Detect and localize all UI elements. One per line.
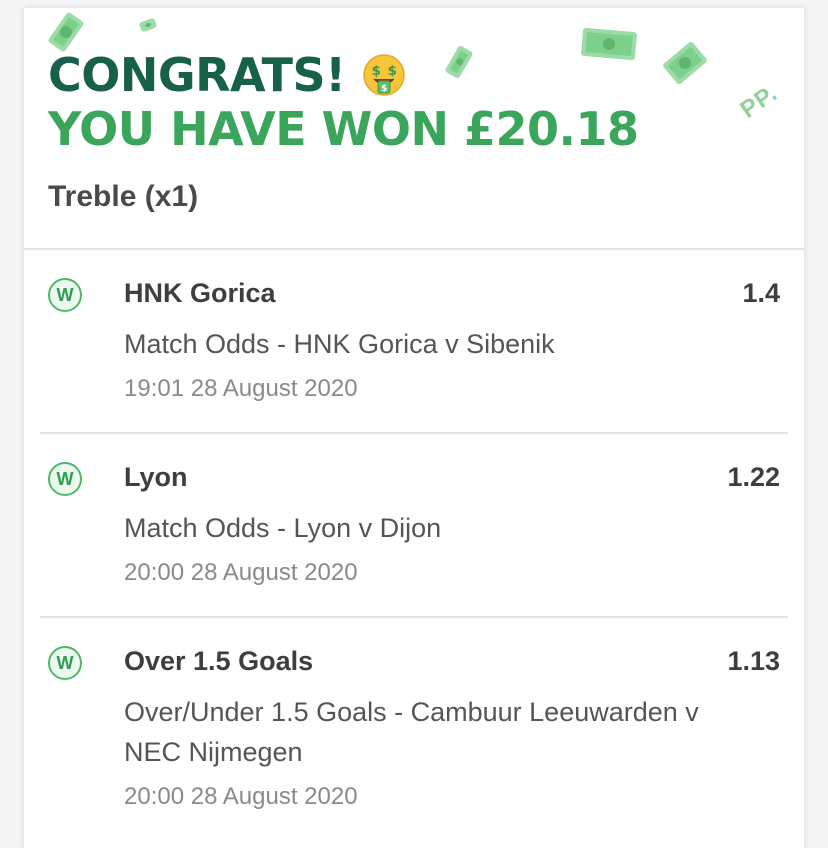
- market-description: Over/Under 1.5 Goals - Cambuur Leeuwarde…: [124, 697, 699, 767]
- bet-type-label: Treble (x1): [48, 180, 199, 213]
- selection-name: Over 1.5 Goals: [124, 646, 314, 676]
- congrats-text: CONGRATS!: [48, 48, 346, 102]
- bet-legs-list: W HNK Gorica 1.4 Match Odds - HNK Gorica…: [24, 250, 804, 840]
- svg-text:$: $: [387, 64, 396, 79]
- bet-leg[interactable]: W HNK Gorica 1.4 Match Odds - HNK Gorica…: [40, 250, 788, 432]
- market-description: Match Odds - Lyon v Dijon: [124, 513, 442, 543]
- selection-name: Lyon: [124, 462, 188, 492]
- money-mouth-face-icon: $ $ $: [362, 54, 405, 96]
- win-status-badge: W: [48, 462, 82, 496]
- win-status-badge: W: [48, 278, 82, 312]
- bet-leg[interactable]: W Over 1.5 Goals 1.13 Over/Under 1.5 Goa…: [40, 616, 788, 840]
- svg-text:$: $: [371, 64, 380, 79]
- win-header: PP. CONGRATS! $ $ $ YOU HAVE WON £20.18 …: [24, 8, 804, 248]
- market-description: Match Odds - HNK Gorica v Sibenik: [124, 329, 555, 359]
- win-status-badge: W: [48, 646, 82, 680]
- banknote-icon: [580, 27, 638, 61]
- selection-odds: 1.4: [742, 278, 780, 308]
- congrats-heading: CONGRATS! $ $ $: [48, 52, 406, 98]
- svg-text:$: $: [381, 84, 387, 94]
- banknote-icon: [444, 45, 474, 79]
- banknote-icon: [662, 40, 708, 86]
- event-time: 20:00 28 August 2020: [124, 783, 358, 810]
- banknote-icon: [47, 11, 85, 53]
- bet-receipt-card: PP. CONGRATS! $ $ $ YOU HAVE WON £20.18 …: [24, 8, 804, 848]
- banknote-icon: [138, 17, 158, 33]
- brand-logo: PP.: [735, 79, 783, 124]
- event-time: 20:00 28 August 2020: [124, 559, 358, 586]
- event-time: 19:01 28 August 2020: [124, 375, 358, 402]
- win-amount-heading: YOU HAVE WON £20.18: [48, 102, 639, 156]
- selection-name: HNK Gorica: [124, 278, 276, 308]
- selection-odds: 1.13: [727, 646, 780, 676]
- bet-leg[interactable]: W Lyon 1.22 Match Odds - Lyon v Dijon 20…: [40, 432, 788, 616]
- selection-odds: 1.22: [727, 462, 780, 492]
